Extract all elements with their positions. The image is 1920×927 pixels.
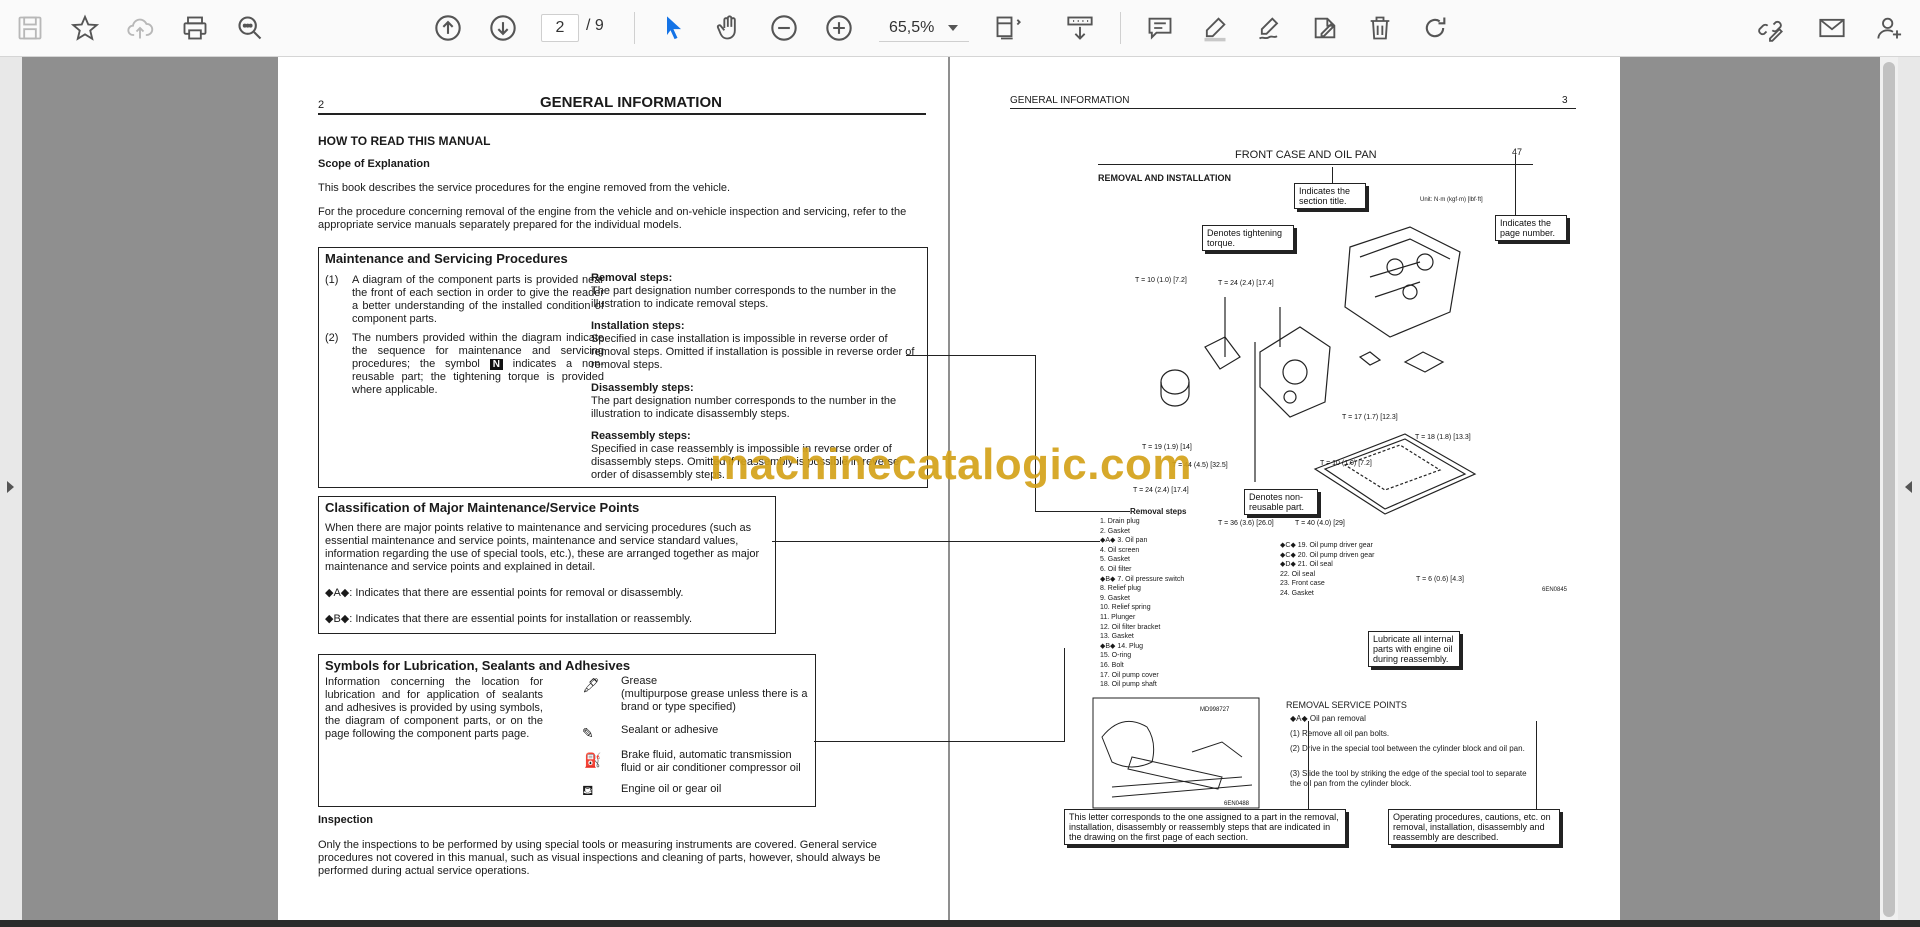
removal-installation-label: REMOVAL AND INSTALLATION: [1098, 173, 1231, 183]
save-icon[interactable]: [12, 10, 48, 46]
torque-label: T = 10 (1.0) [7.2]: [1135, 277, 1187, 284]
zoom-search-icon[interactable]: [232, 10, 268, 46]
removal-step-item: ◆C◆ 19. Oil pump driver gear: [1280, 542, 1373, 549]
classification-box: Classification of Major Maintenance/Serv…: [318, 496, 776, 634]
removal-step-item: 10. Relief spring: [1100, 604, 1151, 612]
right-panel-rail: [1898, 57, 1920, 920]
removal-step-item: ◆A◆ 3. Oil pan: [1100, 537, 1148, 545]
svg-text:6EN0488: 6EN0488: [1224, 801, 1250, 807]
callout-letter-explanation: This letter corresponds to the one assig…: [1064, 809, 1346, 845]
removal-step-item: ◆D◆ 21. Oil seal: [1280, 561, 1333, 569]
page-total: / 9: [586, 17, 604, 34]
removal-step-item: 2. Gasket: [1100, 527, 1130, 535]
comment-icon[interactable]: [1142, 10, 1178, 46]
delete-icon[interactable]: [1362, 10, 1398, 46]
removal-step-item: 16. Bolt: [1100, 661, 1124, 669]
svg-text:T = 24 (2.4) [17.4]: T = 24 (2.4) [17.4]: [1218, 280, 1274, 287]
removal-step-item: 5. Gasket: [1100, 556, 1130, 564]
left-panel-rail: [0, 57, 22, 920]
page-number-input[interactable]: 2: [541, 14, 579, 42]
svg-text:T = 40 (4.0) [29]: T = 40 (4.0) [29]: [1295, 520, 1345, 527]
removal-step-item: 24. Gasket: [1280, 589, 1314, 597]
pdf-toolbar: 2 / 9 65,5%: [0, 0, 1920, 57]
page-header-title: GENERAL INFORMATION: [540, 94, 722, 111]
grease-icon: 🖋: [582, 677, 600, 693]
zoom-in-icon[interactable]: [821, 10, 857, 46]
classification-title: Classification of Major Maintenance/Serv…: [325, 500, 640, 515]
highlight-pen-icon[interactable]: [1197, 10, 1233, 46]
symbols-title: Symbols for Lubrication, Sealants and Ad…: [325, 658, 631, 673]
section-title: HOW TO READ THIS MANUAL: [318, 134, 491, 148]
chevron-down-icon[interactable]: [948, 25, 958, 31]
removal-service-points-title: REMOVAL SERVICE POINTS: [1286, 700, 1407, 710]
maintenance-title: Maintenance and Servicing Procedures: [325, 251, 568, 266]
page-number: 2: [318, 99, 325, 111]
hand-tool-icon[interactable]: [711, 10, 747, 46]
callout-section-title: Indicates the section title.: [1294, 183, 1366, 209]
page-header-title: GENERAL INFORMATION: [1010, 95, 1130, 106]
star-icon[interactable]: [67, 10, 103, 46]
callout-procedures: Operating procedures, cautions, etc. on …: [1388, 809, 1560, 845]
stamp-icon[interactable]: [1307, 10, 1343, 46]
callout-page-number: Indicates the page number.: [1495, 215, 1567, 241]
inspection-heading: Inspection: [318, 814, 374, 826]
removal-steps-title: Removal steps: [1130, 507, 1187, 516]
expand-left-panel-icon[interactable]: [7, 481, 14, 493]
brake-fluid-icon: ⛽: [584, 752, 602, 768]
print-icon[interactable]: [177, 10, 213, 46]
removal-step-item: 8. Relief plug: [1100, 585, 1141, 593]
mail-icon[interactable]: [1814, 10, 1850, 46]
removal-step-item: 18. Oil pump shaft: [1100, 681, 1157, 689]
redo-icon[interactable]: [1417, 10, 1453, 46]
scope-paragraph-1: This book describes the service procedur…: [318, 182, 731, 194]
inspection-text: Only the inspections to be performed by …: [318, 839, 881, 877]
removal-step-item: 23. Front case: [1280, 580, 1325, 588]
scroll-mode-icon[interactable]: [1062, 10, 1098, 46]
svg-text:MD998727: MD998727: [1200, 707, 1230, 713]
select-cursor-icon[interactable]: [656, 10, 692, 46]
scope-heading: Scope of Explanation: [318, 158, 430, 170]
removal-step-item: ◆B◆ 14. Plug: [1100, 642, 1144, 650]
maintenance-item-2: The numbers provided within the diagram …: [352, 332, 604, 396]
scope-paragraph-2: For the procedure concerning removal of …: [318, 206, 907, 231]
zoom-out-icon[interactable]: [766, 10, 802, 46]
svg-text:T = 18 (1.8) [13.3]: T = 18 (1.8) [13.3]: [1415, 434, 1471, 441]
edit-link-icon[interactable]: [1752, 10, 1788, 46]
removal-step-item: ◆C◆ 20. Oil pump driven gear: [1280, 551, 1375, 559]
removal-step-item: 13. Gasket: [1100, 633, 1134, 641]
sealant-icon: ✎: [582, 725, 594, 741]
add-user-icon[interactable]: [1872, 10, 1908, 46]
previous-page-icon[interactable]: [430, 10, 466, 46]
watermark: machinecatalogic.com: [710, 440, 1192, 489]
removal-step-item: 9. Gasket: [1100, 594, 1130, 602]
svg-text:T = 17 (1.7) [12.3]: T = 17 (1.7) [12.3]: [1342, 414, 1398, 421]
symbols-box: Symbols for Lubrication, Sealants and Ad…: [318, 654, 816, 807]
page-fit-icon[interactable]: [990, 10, 1026, 46]
diagram-title: FRONT CASE AND OIL PAN: [1235, 149, 1377, 161]
removal-step-item: 22. Oil seal: [1280, 570, 1316, 578]
removal-step-item: 17. Oil pump cover: [1100, 671, 1159, 679]
scrollbar-thumb[interactable]: [1883, 62, 1895, 917]
removal-step-item: 15. O-ring: [1100, 652, 1132, 660]
non-reusable-badge: N: [489, 359, 503, 370]
removal-step-item: 11. Plunger: [1100, 613, 1136, 621]
callout-lubricate: Lubricate all internal parts with engine…: [1368, 631, 1460, 667]
removal-step-item: 1. Drain plug: [1100, 518, 1140, 525]
removal-step-item: ◆B◆ 7. Oil pressure switch: [1100, 575, 1185, 583]
draw-signature-icon[interactable]: [1252, 10, 1288, 46]
svg-text:T = 10 (1.0) [7.2]: T = 10 (1.0) [7.2]: [1320, 460, 1372, 467]
removal-step-item: 12. Oil filter bracket: [1100, 623, 1161, 631]
removal-steps-list-2: ◆C◆ 19. Oil pump driver gear ◆C◆ 20. Oil …: [1280, 541, 1420, 599]
removal-step-item: 6. Oil filter: [1100, 565, 1132, 573]
removal-steps-list: 1. Drain plug 2. Gasket ◆A◆ 3. Oil pan 4. O…: [1100, 517, 1240, 690]
next-page-icon[interactable]: [485, 10, 521, 46]
page-number: 3: [1562, 95, 1568, 106]
cloud-upload-icon[interactable]: [122, 10, 158, 46]
engine-oil-icon: ⛾: [582, 782, 594, 798]
removal-step-item: 4. Oil screen: [1100, 546, 1140, 554]
expand-right-panel-icon[interactable]: [1905, 481, 1912, 493]
oil-pan-removal-illustration: MD998727 6EN0488: [1092, 697, 1260, 809]
maintenance-item-1: A diagram of the component parts is prov…: [352, 274, 604, 325]
